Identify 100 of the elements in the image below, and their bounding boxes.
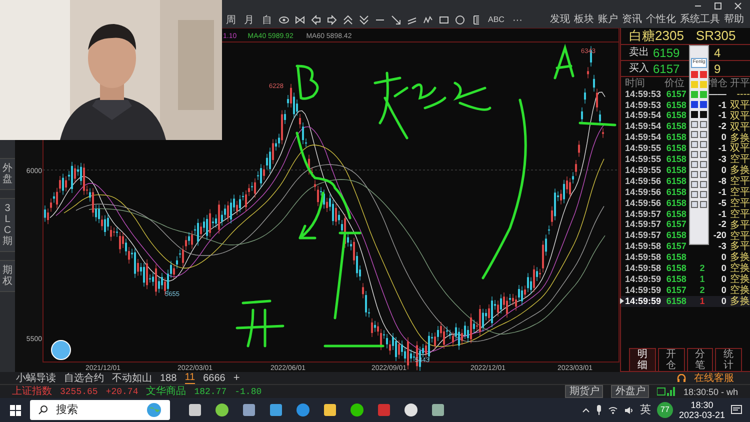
side-tab[interactable]: 外盘: [0, 158, 15, 190]
color-swatch[interactable]: [700, 100, 707, 108]
tick-price: 6158: [666, 98, 688, 112]
tick-time: 14:59:55: [625, 142, 662, 156]
color-swatch[interactable]: [691, 100, 698, 108]
double-chevron-up-icon[interactable]: [343, 15, 353, 25]
signal-icon: [657, 387, 676, 396]
menu-item[interactable]: 帮助: [722, 15, 746, 25]
tick-type: 多换: [729, 251, 750, 264]
tick-time: 14:59:56: [625, 196, 662, 210]
color-swatch[interactable]: [691, 110, 698, 118]
app-icon[interactable]: [431, 403, 445, 417]
taskbar-date[interactable]: 2023-03-21: [678, 410, 725, 420]
color-swatch[interactable]: [691, 90, 698, 98]
menu-item[interactable]: 账户: [596, 15, 620, 25]
tick-oi: -1: [717, 98, 726, 112]
service-link[interactable]: 在线客服: [694, 372, 734, 384]
account-button[interactable]: 外盘户: [611, 385, 650, 398]
bracket-icon[interactable]: [471, 15, 481, 25]
tick-volume: 2: [700, 284, 705, 295]
menu-item[interactable]: 系统工具: [678, 15, 722, 25]
close-icon[interactable]: [734, 2, 742, 10]
tick-type: 多平: [729, 240, 750, 252]
tick-type: 多换: [729, 294, 750, 309]
eye-icon[interactable]: [279, 15, 289, 25]
color-swatch[interactable]: [700, 70, 707, 78]
taskbar-time[interactable]: 18:30: [690, 400, 714, 410]
notification-icon[interactable]: [731, 405, 742, 415]
index-name: 上证指数: [12, 386, 52, 398]
add-tab-button[interactable]: +: [233, 372, 240, 384]
tick-oi: 0: [720, 284, 726, 297]
right-arrow-icon[interactable]: [327, 15, 337, 25]
tick-oi: -3: [717, 153, 726, 166]
tick-oi: -1: [717, 186, 726, 199]
tick-type: 空平: [729, 230, 750, 242]
tick-time: 14:59:59: [625, 294, 662, 308]
double-chevron-down-icon[interactable]: [359, 15, 369, 25]
color-swatch[interactable]: [700, 80, 707, 88]
menu-item[interactable]: 发现: [548, 15, 572, 25]
circle-icon[interactable]: [455, 15, 465, 25]
side-tab[interactable]: 3LC期: [0, 198, 15, 252]
index-change: -1.80: [234, 386, 262, 398]
wave-icon[interactable]: [423, 15, 433, 25]
chevron-up-icon[interactable]: [582, 406, 590, 414]
tick-time: 14:59:55: [625, 153, 662, 166]
tick-type: 双平: [729, 110, 750, 122]
tick-time: 14:59:54: [625, 131, 662, 144]
tick-time: 14:59:54: [625, 109, 662, 122]
app-icon[interactable]: [215, 403, 229, 417]
tick-type: 空平: [729, 152, 750, 166]
speaker-icon[interactable]: [624, 406, 634, 414]
more-button[interactable]: ···: [508, 12, 526, 28]
color-swatch[interactable]: [691, 80, 698, 88]
tick-time: 14:59:57: [625, 208, 662, 220]
quote-label: 卖出: [629, 46, 650, 60]
bowtie-icon[interactable]: [295, 15, 305, 25]
contract-tab[interactable]: 188: [160, 372, 177, 384]
panel-tab[interactable]: 明细: [629, 348, 656, 371]
color-swatch[interactable]: [700, 90, 707, 98]
toolbar-button[interactable]: 自: [258, 12, 276, 28]
maximize-icon[interactable]: [714, 2, 722, 10]
tick-time: 14:59:59: [625, 272, 662, 286]
tick-price: 6158: [666, 229, 688, 242]
toolbar-button[interactable]: 周: [222, 12, 240, 28]
contract-tab[interactable]: 6666: [203, 372, 226, 384]
windows-logo-icon[interactable]: [10, 404, 20, 416]
diagonal-arrow-icon[interactable]: [391, 15, 401, 25]
contract-tab[interactable]: 自选合约: [64, 372, 104, 384]
panel-tab[interactable]: 分笔: [686, 348, 714, 371]
ime-indicator[interactable]: 英: [640, 402, 651, 418]
tick-type: 双平: [729, 98, 750, 111]
color-swatch[interactable]: [700, 110, 707, 118]
tick-price: 6158: [666, 131, 688, 144]
tick-price: 6157: [666, 284, 688, 297]
tick-volume: 1: [700, 274, 705, 284]
panel-tab[interactable]: 统计: [715, 348, 742, 371]
wifi-icon[interactable]: [608, 406, 618, 414]
toolbar-button[interactable]: 月: [240, 12, 258, 28]
rectangle-icon[interactable]: [439, 15, 449, 25]
menu-item[interactable]: 资讯: [620, 15, 644, 25]
tick-type: 空换: [729, 284, 750, 296]
contract-tab[interactable]: 小蜗导读: [16, 372, 56, 384]
text-tool-button[interactable]: ABC: [484, 14, 508, 26]
panel-tab[interactable]: 开仓: [658, 348, 684, 371]
tick-price: 6158: [666, 142, 688, 156]
menu-item[interactable]: 个性化: [644, 15, 678, 25]
left-arrow-icon[interactable]: [311, 15, 321, 25]
tick-price: 6158: [666, 186, 688, 199]
tick-oi: -3: [717, 240, 726, 254]
color-swatch[interactable]: [691, 70, 698, 78]
column-header: 时间: [625, 76, 646, 90]
microphone-icon[interactable]: [596, 405, 602, 415]
menu-item[interactable]: 板块: [572, 15, 596, 25]
contract-tab[interactable]: 不动如山: [112, 372, 152, 384]
search-field[interactable]: 搜索: [30, 400, 170, 420]
side-tab[interactable]: 期权: [0, 260, 15, 292]
tick-oi: -2: [717, 218, 726, 232]
account-button[interactable]: 期货户: [565, 385, 604, 398]
parallel-lines-icon[interactable]: [407, 15, 417, 25]
tick-oi: -8: [717, 174, 726, 188]
